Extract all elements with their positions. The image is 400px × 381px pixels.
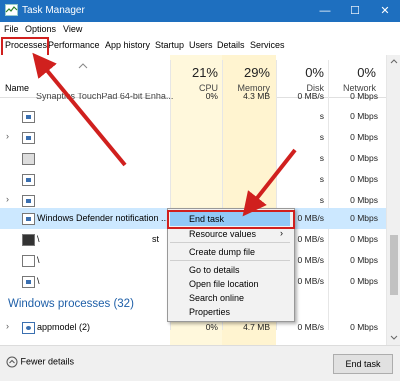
arrow-to-processes-tab bbox=[32, 52, 127, 167]
arrow-to-end-task bbox=[242, 148, 297, 217]
annotation-arrows bbox=[32, 52, 297, 217]
